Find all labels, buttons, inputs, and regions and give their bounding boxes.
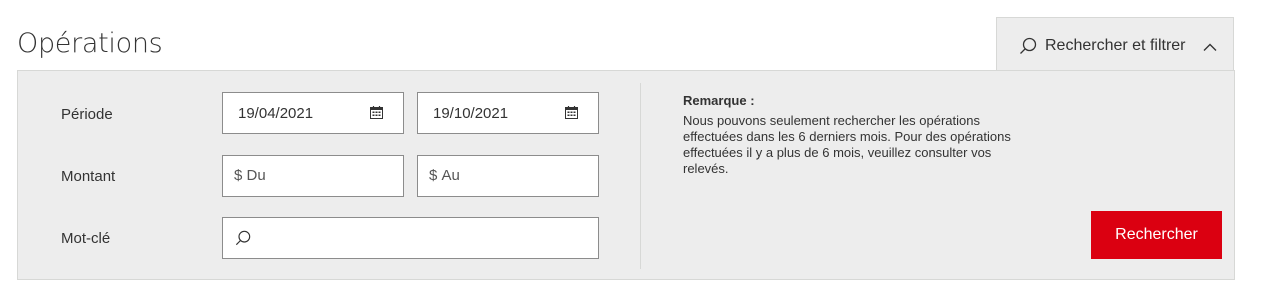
period-label: Période (61, 106, 113, 123)
amount-from-placeholder: Du (246, 167, 266, 184)
search-icon (1019, 37, 1037, 60)
search-filter-panel: Période 19/04/2021 19/10/2021 Montant $ … (17, 70, 1235, 280)
search-filter-toggle[interactable]: Rechercher et filtrer (996, 17, 1234, 71)
amount-label: Montant (61, 168, 116, 185)
amount-from-field[interactable]: $ Du (222, 155, 404, 197)
keyword-label: Mot-clé (61, 230, 111, 247)
chevron-up-icon (1203, 39, 1217, 57)
amount-to-field[interactable]: $ Au (417, 155, 599, 197)
amount-to-currency: $ (429, 167, 438, 184)
amount-to-placeholder: Au (441, 167, 460, 184)
calendar-icon[interactable] (370, 106, 383, 123)
note-title: Remarque : (683, 93, 755, 108)
period-to-date-field[interactable]: 19/10/2021 (417, 92, 599, 134)
page-title: Opérations (17, 28, 163, 59)
period-to-value: 19/10/2021 (433, 105, 509, 122)
search-icon (235, 230, 251, 250)
amount-from-currency: $ (234, 167, 243, 184)
note-body: Nous pouvons seulement rechercher les op… (683, 113, 1011, 176)
period-from-date-field[interactable]: 19/04/2021 (222, 92, 404, 134)
keyword-input[interactable] (222, 217, 599, 259)
search-button[interactable]: Rechercher (1091, 211, 1222, 259)
panel-divider (640, 83, 641, 269)
calendar-icon[interactable] (565, 106, 578, 123)
period-from-value: 19/04/2021 (238, 105, 314, 122)
search-filter-toggle-label: Rechercher et filtrer (1045, 37, 1186, 54)
